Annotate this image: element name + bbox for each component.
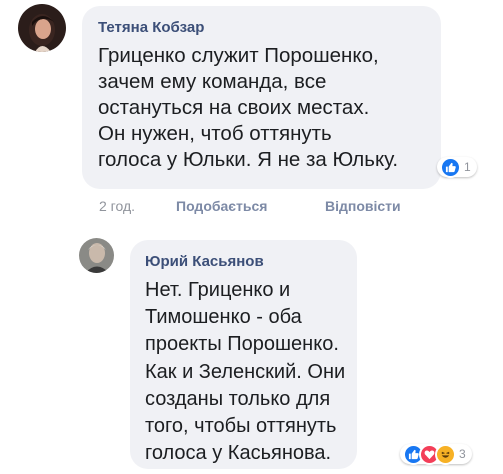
comment-bubble: Тетяна Кобзар Гриценко служит Порошенко,…	[82, 6, 441, 189]
avatar[interactable]	[79, 238, 114, 273]
comment-author[interactable]: Тетяна Кобзар	[98, 19, 427, 37]
reaction-summary[interactable]: 1	[437, 156, 477, 178]
reaction-count: 3	[459, 447, 466, 461]
reaction-count: 1	[464, 160, 471, 174]
comment-bubble: Юрий Касьянов Нет. Гриценко и Тимошенко …	[130, 240, 357, 469]
avatar-photo-icon	[18, 4, 66, 52]
comment-author[interactable]: Юрий Касьянов	[145, 253, 347, 271]
comment-meta: 2 год. Подобається Відповісти	[99, 198, 401, 214]
like-button[interactable]: Подобається	[176, 198, 325, 214]
like-icon	[440, 156, 461, 178]
comment-text: Нет. Гриценко и Тимошенко - оба проекты …	[145, 279, 346, 465]
haha-icon	[435, 443, 456, 465]
reaction-summary[interactable]: 3	[400, 443, 472, 465]
avatar-photo-icon	[79, 238, 114, 273]
avatar[interactable]	[18, 4, 66, 52]
comment-text: Гриценко служит Порошенко, зачем ему ком…	[98, 44, 399, 171]
comment-timestamp[interactable]: 2 год.	[99, 198, 176, 214]
reply-button[interactable]: Відповісти	[325, 198, 401, 214]
